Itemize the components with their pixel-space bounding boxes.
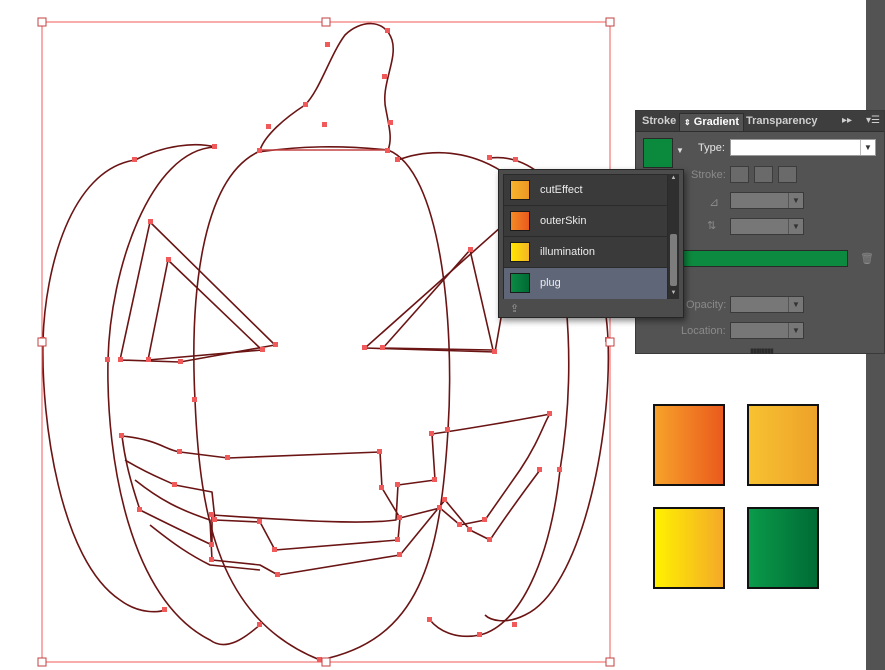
angle-select[interactable]: ▼ bbox=[730, 192, 804, 209]
tab-gradient-label: Gradient bbox=[693, 116, 739, 128]
tab-transparency[interactable]: Transparency bbox=[746, 113, 818, 130]
swatch-item-cutEffect[interactable]: cutEffect bbox=[504, 175, 667, 206]
angle-icon: ⊿ bbox=[709, 195, 720, 209]
stroke-along-button[interactable] bbox=[754, 166, 773, 183]
left-top-lobe bbox=[134, 143, 216, 161]
gradient-swatch-button[interactable] bbox=[643, 138, 673, 168]
save-swatch-icon[interactable]: ⇪ bbox=[510, 302, 519, 315]
gradient-slider[interactable] bbox=[682, 250, 848, 267]
pumpkin-paths bbox=[42, 22, 610, 661]
stroke-within-button[interactable] bbox=[730, 166, 749, 183]
location-select[interactable]: ▼ bbox=[730, 322, 804, 339]
chevron-down-icon: ▼ bbox=[788, 323, 803, 338]
chevron-down-icon: ▼ bbox=[788, 219, 803, 234]
scroll-thumb[interactable] bbox=[670, 234, 677, 286]
center-lobe bbox=[193, 146, 451, 661]
tab-stroke[interactable]: Stroke bbox=[642, 113, 676, 130]
location-label: Location: bbox=[681, 325, 726, 337]
chevron-down-icon: ▼ bbox=[788, 297, 803, 312]
swatch-item-outerSkin[interactable]: outerSkin bbox=[504, 206, 667, 237]
swatch-chip bbox=[510, 242, 530, 262]
aspect-ratio-select[interactable]: ▼ bbox=[730, 218, 804, 235]
opacity-label: Opacity: bbox=[686, 299, 727, 311]
swatch-item-plug[interactable]: plug bbox=[504, 268, 667, 299]
swatch-name: illumination bbox=[540, 246, 596, 258]
swatch-chip bbox=[510, 211, 530, 231]
swatch-name: cutEffect bbox=[540, 184, 583, 196]
chevron-down-icon: ▼ bbox=[788, 193, 803, 208]
scroll-up-icon[interactable]: ▲ bbox=[669, 175, 678, 181]
canvas-swatch-cutEffect[interactable] bbox=[747, 404, 819, 486]
aspect-ratio-icon: ⇅ bbox=[707, 220, 717, 232]
swatch-list-scrollbar[interactable]: ▲ ▼ bbox=[668, 174, 679, 299]
type-label: Type: bbox=[698, 142, 725, 154]
type-select[interactable]: ▼ bbox=[730, 139, 876, 156]
stroke-across-button[interactable] bbox=[778, 166, 797, 183]
swatch-item-illumination[interactable]: illumination bbox=[504, 237, 667, 268]
canvas-swatch-outerSkin[interactable] bbox=[653, 404, 725, 486]
gradient-swatch-popup: cutEffect outerSkin illumination plug ▲ … bbox=[498, 169, 684, 318]
panel-tabbar: Stroke ⇕ Gradient Transparency ▸▸ ▾☰ bbox=[636, 111, 884, 132]
opacity-select[interactable]: ▼ bbox=[730, 296, 804, 313]
swatch-chip bbox=[510, 180, 530, 200]
collapse-icon[interactable]: ▸▸ bbox=[842, 113, 852, 129]
trash-icon[interactable]: 🗑 bbox=[860, 252, 874, 265]
swatch-list: cutEffect outerSkin illumination plug bbox=[503, 174, 668, 299]
resize-grip-icon[interactable]: ▮▮▮▮▮▮▮▮ bbox=[750, 347, 774, 355]
canvas-swatch-plug[interactable] bbox=[747, 507, 819, 589]
stroke-label: Stroke: bbox=[691, 169, 726, 181]
bounding-box bbox=[41, 21, 611, 663]
left-inner-lobe bbox=[107, 146, 261, 646]
swatch-name: plug bbox=[540, 277, 561, 289]
chevron-down-icon[interactable]: ▼ bbox=[676, 146, 684, 155]
right-eye-inner bbox=[382, 249, 494, 351]
mouth-outer bbox=[121, 413, 551, 546]
chevron-down-icon: ▼ bbox=[860, 140, 875, 155]
swatch-chip bbox=[510, 273, 530, 293]
canvas-swatch-illumination[interactable] bbox=[653, 507, 725, 589]
mouth-inner-1 bbox=[124, 459, 401, 551]
tab-reorder-icon: ⇕ bbox=[684, 118, 691, 127]
tab-gradient[interactable]: ⇕ Gradient bbox=[679, 113, 744, 131]
panel-menu-icon[interactable]: ▾☰ bbox=[866, 113, 880, 129]
swatch-name: outerSkin bbox=[540, 215, 587, 227]
left-outer-lobe bbox=[42, 159, 166, 613]
scroll-down-icon[interactable]: ▼ bbox=[669, 290, 678, 296]
